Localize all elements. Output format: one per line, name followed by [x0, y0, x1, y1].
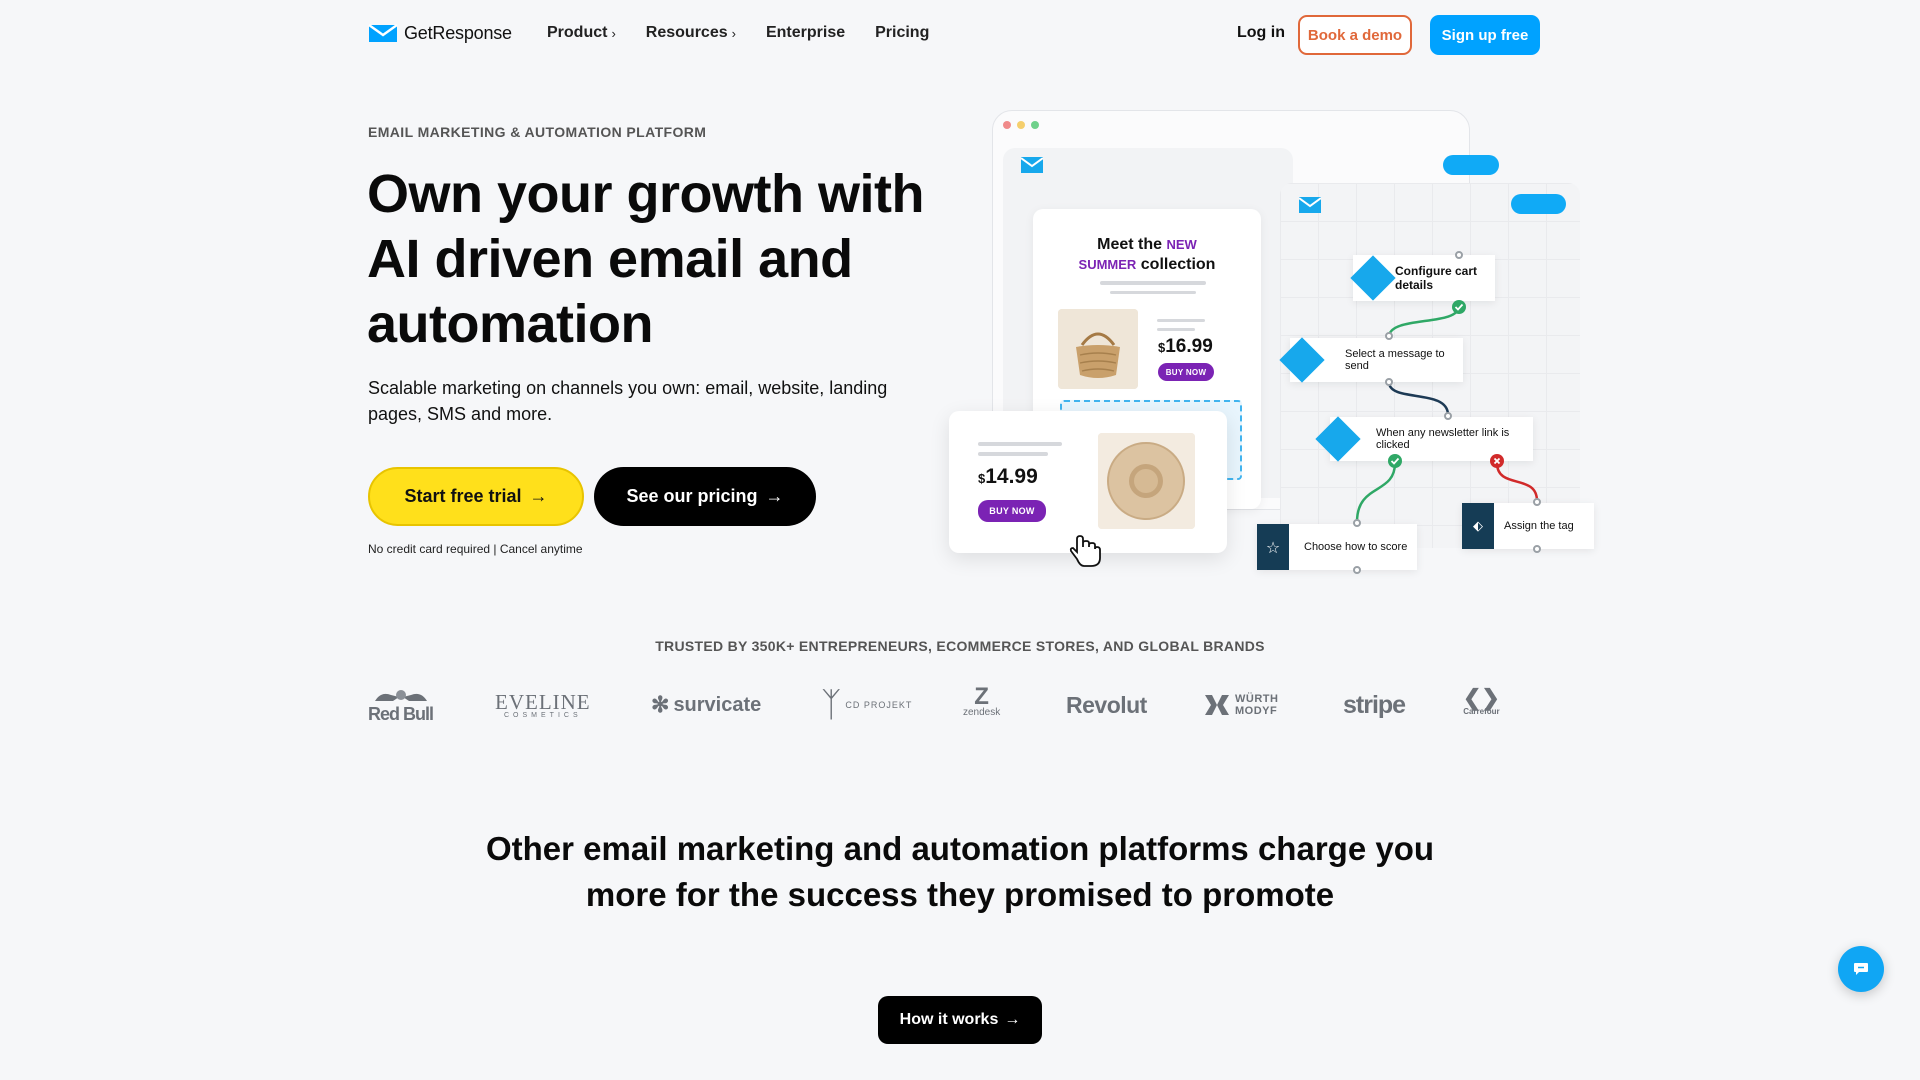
section-title: Other email marketing and automation pla… — [485, 830, 1435, 913]
chevron-right-icon: › — [731, 25, 736, 41]
connector-dot — [1385, 332, 1393, 340]
brand-subname: COSMETICS — [504, 711, 582, 719]
button-label: Start free trial — [404, 486, 522, 506]
brand-name: EVELINE — [495, 689, 591, 714]
nav-item-label: Enterprise — [765, 24, 846, 41]
arrow-right-icon: → — [1004, 1011, 1021, 1028]
brand-name: survicate — [673, 693, 762, 716]
check-icon — [1452, 300, 1466, 314]
cd-projekt-logo: ᛉ CD PROJEKT — [821, 680, 912, 730]
star-icon: ☆ — [1257, 524, 1289, 570]
survicate-mark-icon: ✻ — [651, 692, 670, 717]
flow-node-label: When any newsletter link is clicked — [1376, 427, 1510, 451]
carrefour-logo: ❮❯ Carrefour — [1463, 680, 1500, 730]
flow-node-label: Choose how to score — [1304, 541, 1408, 553]
connector-dot — [1353, 519, 1361, 527]
flow-node-label: Configure cart details — [1395, 264, 1478, 292]
hero-subtitle: Scalable marketing on channels you own: … — [368, 378, 888, 424]
wurth-modyf-logo: WÜRTH MODYF — [1203, 680, 1278, 730]
brand-name: zendesk — [963, 707, 1001, 718]
bulls-icon — [374, 690, 427, 701]
redbull-logo: Red Bull — [368, 680, 434, 730]
brand-logos-row: Red Bull EVELINE COSMETICS ✻ survicate ᛉ… — [368, 680, 1508, 730]
signup-button[interactable]: Sign up free — [1430, 15, 1540, 55]
nav-item-product[interactable]: Product › — [547, 24, 616, 42]
hero-title: Own your growth with AI driven email and… — [367, 164, 924, 354]
no-credit-card-note: No credit card required | Cancel anytime — [368, 542, 583, 556]
start-free-trial-button[interactable]: Start free trial → — [368, 467, 584, 526]
stripe-logo: stripe — [1343, 690, 1406, 719]
main-nav: Product › Resources › Enterprise Pricing — [547, 24, 929, 42]
nav-item-label: Product — [547, 24, 608, 41]
hero-eyebrow: EMAIL MARKETING & AUTOMATION PLATFORM — [368, 124, 707, 140]
chat-widget-button[interactable] — [1838, 946, 1884, 992]
connector-dot — [1444, 412, 1452, 420]
book-demo-button[interactable]: Book a demo — [1298, 15, 1412, 55]
nav-item-enterprise[interactable]: Enterprise — [766, 24, 845, 42]
eveline-logo: EVELINE COSMETICS — [495, 680, 591, 730]
survicate-logo: ✻ survicate — [651, 680, 761, 730]
nav-item-pricing[interactable]: Pricing — [875, 24, 929, 42]
brand-name: GetResponse — [404, 22, 512, 43]
brand-name-stack: WÜRTH MODYF — [1235, 693, 1278, 717]
button-label: How it works — [899, 1011, 999, 1028]
revolut-logo: Revolut — [1066, 691, 1147, 718]
chevron-right-icon: › — [611, 25, 616, 41]
flow-node-label: Assign the tag — [1504, 520, 1574, 532]
tag-icon: ⬖ — [1462, 503, 1494, 549]
brand-name: MODYF — [1235, 705, 1278, 717]
nav-item-label: Resources — [645, 24, 728, 41]
button-label: See our pricing — [626, 486, 758, 506]
nav-item-label: Pricing — [875, 24, 930, 41]
trusted-by-heading: TRUSTED BY 350K+ ENTREPRENEURS, ECOMMERC… — [655, 638, 1265, 654]
arrow-right-icon: → — [529, 486, 548, 506]
hero-illustration: Meet the NEW SUMMER collection $16.99 BU… — [945, 105, 1595, 585]
flow-node-label: Select a message to send — [1345, 348, 1445, 372]
arrow-right-icon: → — [765, 486, 784, 506]
chat-bubble-icon — [1854, 963, 1868, 975]
see-pricing-button[interactable]: See our pricing → — [594, 467, 816, 526]
zendesk-mark-icon: Z — [974, 683, 989, 710]
connector-dot — [1455, 251, 1463, 259]
brand-name: CD PROJEKT — [845, 700, 913, 710]
brand-name: Carrefour — [1463, 707, 1500, 716]
connector-dot — [1533, 545, 1541, 553]
getresponse-logo[interactable]: GetResponse — [368, 22, 512, 44]
zendesk-logo: Z zendesk — [963, 680, 1000, 730]
connector-dot — [1353, 566, 1361, 574]
brand-name: Red Bull — [368, 704, 434, 724]
connector-dot — [1385, 378, 1393, 386]
how-it-works-button[interactable]: How it works → — [878, 996, 1042, 1044]
login-link[interactable]: Log in — [1237, 24, 1285, 42]
site-header: GetResponse Product › Resources › Enterp… — [0, 0, 1920, 70]
cross-icon — [1490, 454, 1504, 468]
connector-dot — [1533, 498, 1541, 506]
carrefour-mark-icon: ❮❯ — [1463, 685, 1500, 710]
raven-icon: ᛉ — [821, 685, 842, 724]
nav-item-resources[interactable]: Resources › — [646, 24, 736, 42]
check-icon — [1388, 454, 1402, 468]
envelope-logo-icon — [368, 24, 398, 42]
brand-name: WÜRTH — [1235, 693, 1279, 705]
wurth-mark-icon — [1205, 695, 1229, 715]
